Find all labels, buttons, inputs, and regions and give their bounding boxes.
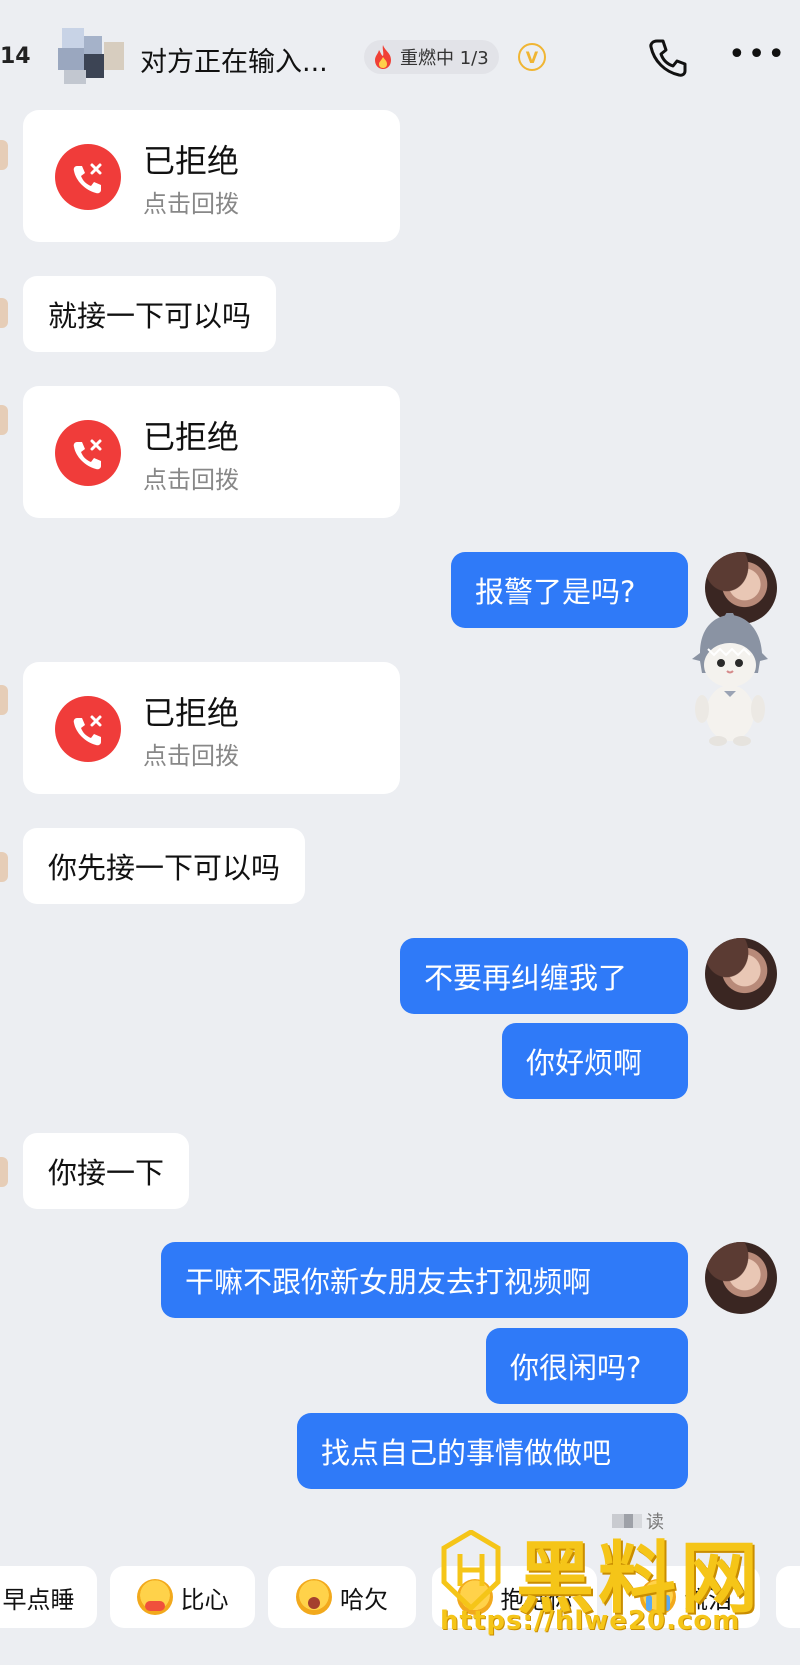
declined-call-card[interactable]: 已拒绝 点击回拨 <box>23 110 400 242</box>
outgoing-message[interactable]: 报警了是吗? <box>451 552 688 628</box>
my-avatar[interactable] <box>705 938 777 1010</box>
quick-reply-more[interactable] <box>776 1566 800 1628</box>
vip-icon[interactable]: V <box>518 43 546 71</box>
read-status-label: 读 <box>646 1512 664 1533</box>
quick-reply-label: 早点睡 <box>2 1585 75 1614</box>
call-back-hint: 点击回拨 <box>143 466 239 494</box>
phone-call-icon[interactable] <box>645 36 689 80</box>
declined-call-card[interactable]: 已拒绝 点击回拨 <box>23 386 400 518</box>
outgoing-message[interactable]: 你很闲吗? <box>486 1328 688 1404</box>
call-status-title: 已拒绝 <box>143 694 240 732</box>
peer-avatar-edge <box>0 685 8 715</box>
more-options-icon[interactable]: ••• <box>728 40 787 70</box>
incoming-message[interactable]: 你先接一下可以吗 <box>23 828 306 904</box>
heart-hands-emoji-icon <box>136 1579 173 1615</box>
call-status-title: 已拒绝 <box>143 142 240 180</box>
peer-avatar-edge <box>0 140 8 170</box>
quick-reply-label: 流泪 <box>684 1585 732 1614</box>
peer-avatar-edge <box>0 1157 8 1187</box>
quick-reply-hug[interactable]: 抱抱你 <box>432 1566 597 1628</box>
call-back-hint: 点击回拨 <box>143 742 239 770</box>
call-back-hint: 点击回拨 <box>143 190 239 218</box>
flame-icon <box>375 45 391 69</box>
contact-avatar-pixelated[interactable] <box>52 28 130 84</box>
shark-cat-sticker[interactable] <box>680 613 778 748</box>
missed-call-icon <box>55 144 121 210</box>
incoming-message[interactable]: 就接一下可以吗 <box>23 276 277 352</box>
missed-call-icon <box>55 420 121 486</box>
crying-emoji-icon <box>640 1579 676 1615</box>
quick-reply-bar: 早点睡 比心 哈欠 抱抱你 流泪 <box>0 1566 800 1630</box>
outgoing-message[interactable]: 不要再纠缠我了 <box>400 938 688 1014</box>
declined-call-card[interactable]: 已拒绝 点击回拨 <box>23 662 400 794</box>
missed-call-icon <box>55 696 121 762</box>
outgoing-message[interactable]: 干嘛不跟你新女朋友去打视频啊 <box>161 1242 688 1318</box>
unread-count-back-button[interactable]: 14 <box>0 44 31 69</box>
incoming-message[interactable]: 你接一下 <box>23 1133 190 1209</box>
peer-avatar-edge <box>0 298 8 328</box>
streak-badge[interactable]: 重燃中 1/3 <box>364 40 499 74</box>
peer-avatar-edge <box>0 405 8 435</box>
typing-status: 对方正在输入... <box>140 47 328 78</box>
chat-header: 14 对方正在输入... 重燃中 1/3 V ••• <box>0 0 800 100</box>
quick-reply-label: 抱抱你 <box>500 1585 573 1614</box>
quick-reply-label: 哈欠 <box>340 1585 388 1614</box>
quick-reply-yawn[interactable]: 哈欠 <box>268 1566 416 1628</box>
quick-reply-tears[interactable]: 流泪 <box>612 1566 760 1628</box>
quick-reply-heart[interactable]: 比心 <box>110 1566 255 1628</box>
peer-avatar-edge <box>0 852 8 882</box>
quick-reply-label: 比心 <box>180 1585 229 1614</box>
streak-label: 重燃中 1/3 <box>400 48 489 69</box>
pixelated-avatar <box>612 1514 642 1528</box>
my-avatar[interactable] <box>705 1242 777 1314</box>
hug-emoji-icon <box>456 1579 493 1615</box>
read-receipt: 读 <box>612 1508 664 1534</box>
quick-reply-sleep[interactable]: 早点睡 <box>0 1566 97 1628</box>
yawn-emoji-icon <box>296 1579 332 1615</box>
call-status-title: 已拒绝 <box>143 418 240 456</box>
outgoing-message[interactable]: 找点自己的事情做做吧 <box>297 1413 688 1489</box>
outgoing-message[interactable]: 你好烦啊 <box>502 1023 688 1099</box>
